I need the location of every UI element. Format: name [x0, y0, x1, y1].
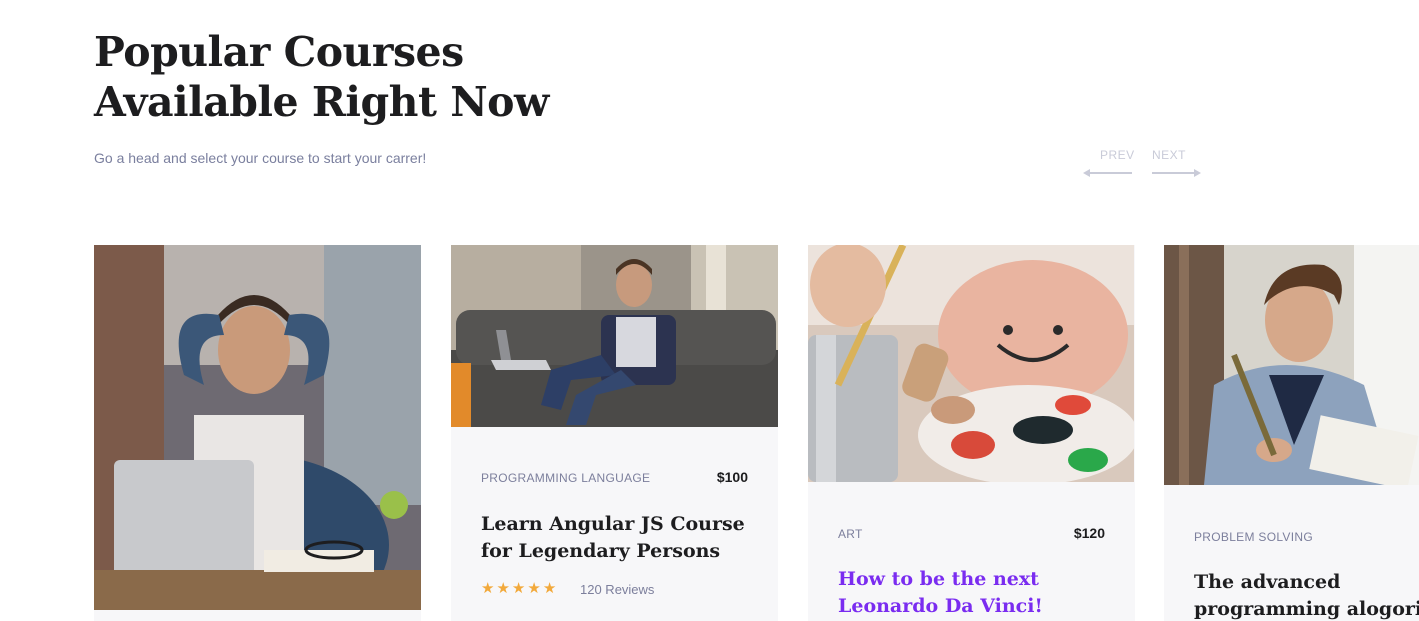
course-category: PROGRAMMING LANGUAGE	[481, 471, 651, 485]
course-title-line2: programming alogorith	[1194, 598, 1419, 620]
prev-button[interactable]: PREV	[1083, 148, 1135, 178]
course-image-man-on-sofa	[451, 245, 778, 427]
course-price: $120	[1073, 525, 1105, 541]
course-title[interactable]: How to be the next Leonardo Da Vinci!	[838, 566, 1118, 620]
course-category: PROBLEM SOLVING	[1194, 530, 1313, 544]
course-card[interactable]: PROGRAMMING LANGUAGE $100 Learn Angular …	[451, 245, 778, 621]
star-icon: ★	[542, 580, 557, 597]
course-price: $100	[716, 469, 748, 485]
course-title-line2: for Legendary Persons	[481, 540, 721, 562]
course-image-man-relaxing	[94, 245, 421, 610]
prev-label: PREV	[1100, 148, 1135, 162]
arrow-right-icon	[1152, 169, 1201, 177]
course-image-student-reading	[1164, 245, 1419, 485]
course-card[interactable]	[94, 245, 421, 621]
section-title-line1: Popular Courses	[94, 28, 464, 76]
course-title-line1: Learn Angular JS Course	[481, 513, 745, 535]
section-title: Popular Courses Available Right Now	[94, 27, 549, 127]
next-label: NEXT	[1152, 148, 1187, 162]
rating-stars: ★ ★ ★ ★ ★	[481, 580, 557, 597]
star-icon: ★	[527, 580, 541, 597]
course-card[interactable]: PROBLEM SOLVING The advanced programming…	[1164, 245, 1419, 621]
next-button[interactable]: NEXT	[1152, 148, 1202, 178]
course-title[interactable]: The advanced programming alogorith	[1194, 569, 1419, 621]
star-icon: ★	[496, 580, 510, 597]
course-category: ART	[838, 527, 863, 541]
course-title-line2: Leonardo Da Vinci!	[838, 595, 1043, 617]
section-subtitle: Go a head and select your course to star…	[94, 150, 427, 166]
arrow-left-icon	[1083, 169, 1132, 177]
course-card[interactable]: ART $120 How to be the next Leonardo Da …	[808, 245, 1135, 621]
star-icon: ★	[511, 580, 526, 597]
course-title-line1: How to be the next	[838, 568, 1039, 590]
star-icon: ★	[481, 580, 495, 597]
review-count: 120 Reviews	[580, 582, 655, 597]
section-title-line2: Available Right Now	[94, 78, 549, 126]
course-image-painting-palette	[808, 245, 1135, 482]
course-title-line1: The advanced	[1194, 571, 1341, 593]
course-title[interactable]: Learn Angular JS Course for Legendary Pe…	[481, 511, 761, 565]
